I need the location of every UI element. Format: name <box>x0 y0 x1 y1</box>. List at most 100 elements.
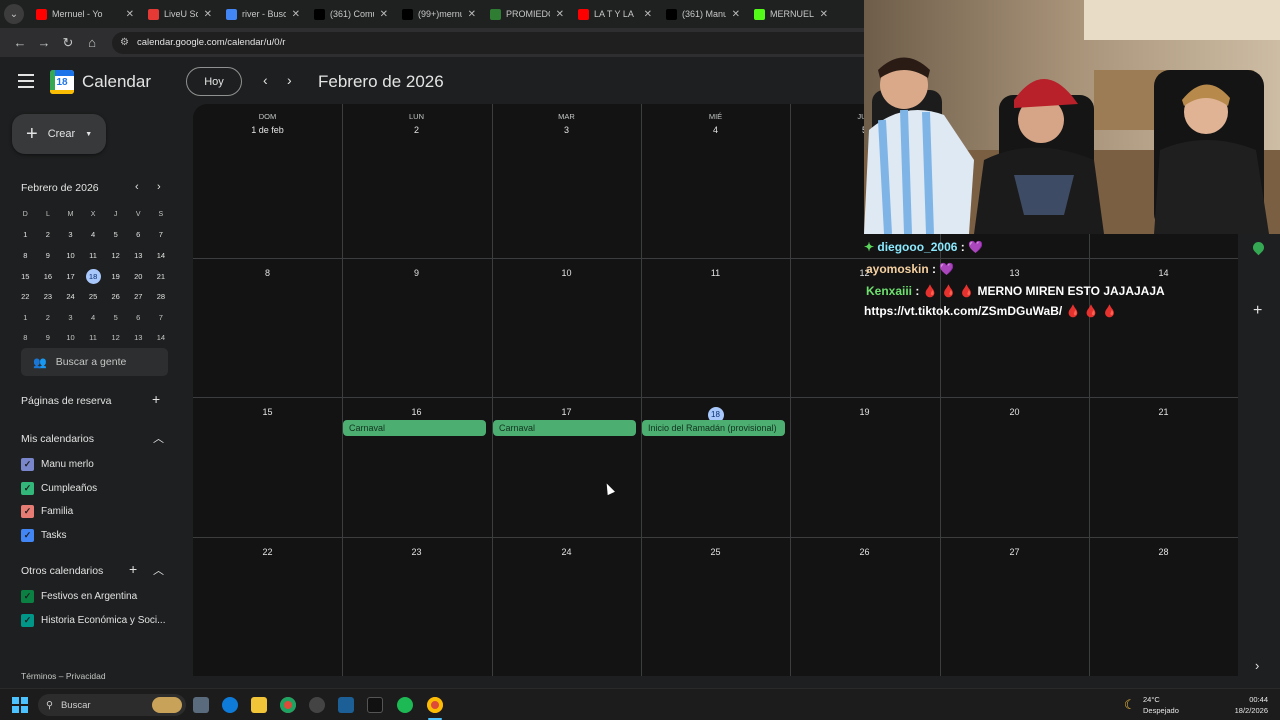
add-other-calendar-icon[interactable]: + <box>129 561 137 577</box>
day-number[interactable]: 25 <box>641 547 790 557</box>
day-number[interactable]: 1 de feb <box>193 125 342 135</box>
mini-day[interactable]: 4 <box>82 225 105 246</box>
add-booking-page-icon[interactable]: + <box>152 391 160 407</box>
checkbox-icon[interactable]: ✓ <box>21 458 34 471</box>
close-tab-icon[interactable]: ✕ <box>550 9 564 20</box>
browser-tab[interactable]: (361) Comun✕ <box>308 0 396 28</box>
day-number[interactable]: 11 <box>641 268 790 278</box>
calendar-list-item[interactable]: ✓ Festivos en Argentina <box>21 590 137 603</box>
day-number[interactable]: 20 <box>940 407 1089 417</box>
mini-day[interactable]: 14 <box>150 328 173 349</box>
day-number[interactable]: 16 <box>342 407 491 417</box>
tab-search-button[interactable]: ⌄ <box>4 4 24 24</box>
calendar-list-item[interactable]: ✓ Familia <box>21 505 73 518</box>
day-number[interactable]: 21 <box>1089 407 1238 417</box>
tiktok-icon[interactable] <box>367 697 383 713</box>
close-tab-icon[interactable]: ✕ <box>120 9 134 20</box>
taskbar-search[interactable]: ⚲ Buscar <box>38 694 186 716</box>
day-number[interactable]: 28 <box>1089 547 1238 557</box>
calendar-event[interactable]: Carnaval <box>343 420 486 436</box>
mini-day[interactable]: 17 <box>59 266 82 287</box>
chrome-icon[interactable] <box>280 697 296 713</box>
browser-tab[interactable]: PROMIEDOS✕ <box>484 0 572 28</box>
mini-day[interactable]: 14 <box>150 245 173 266</box>
maps-icon[interactable] <box>1250 239 1267 256</box>
day-number[interactable]: 9 <box>342 268 491 278</box>
mini-day[interactable]: 2 <box>37 225 60 246</box>
day-number[interactable]: 22 <box>193 547 342 557</box>
mini-day[interactable]: 10 <box>59 245 82 266</box>
mini-day[interactable]: 20 <box>127 266 150 287</box>
day-number[interactable]: 13 <box>940 268 1089 278</box>
day-number[interactable]: 4 <box>641 125 790 135</box>
clock-time[interactable]: 00:44 <box>1249 695 1268 704</box>
calendar-list-item[interactable]: ✓ Tasks <box>21 528 67 542</box>
calendar-list-item[interactable]: ✓ Historia Económica y Soci... <box>21 613 166 627</box>
mini-day[interactable]: 8 <box>14 245 37 266</box>
file-explorer-icon[interactable] <box>251 697 267 713</box>
mini-day[interactable]: 10 <box>59 328 82 349</box>
mini-day[interactable]: 5 <box>104 307 127 328</box>
mini-day[interactable]: 3 <box>59 307 82 328</box>
calendar-list-item[interactable]: ✓ Cumpleaños <box>21 481 97 495</box>
chevron-up-icon[interactable]: ︿ <box>153 562 164 578</box>
mini-day[interactable]: 27 <box>127 286 150 307</box>
day-number[interactable]: 10 <box>492 268 641 278</box>
close-tab-icon[interactable]: ✕ <box>462 9 476 20</box>
mini-day[interactable]: 1 <box>14 307 37 328</box>
mini-day[interactable]: 6 <box>127 307 150 328</box>
browser-tab[interactable]: Mernuel - Yo ✕ <box>30 0 142 28</box>
mini-day[interactable]: 24 <box>59 286 82 307</box>
home-icon[interactable]: ⌂ <box>80 35 104 50</box>
checkbox-icon[interactable]: ✓ <box>21 613 34 627</box>
back-arrow-icon[interactable]: ← <box>8 35 32 50</box>
checkbox-icon[interactable]: ✓ <box>21 528 34 542</box>
clock-date[interactable]: 18/2/2026 <box>1235 706 1268 715</box>
address-bar[interactable]: ⚙ calendar.google.com/calendar/u/0/r <box>112 31 864 54</box>
calendar-list-item[interactable]: ✓ Manu merlo <box>21 458 94 471</box>
calendar-event[interactable]: Inicio del Ramadán (provisional) <box>642 420 785 436</box>
search-people-input[interactable]: 👥 Buscar a gente <box>21 348 168 376</box>
browser-tab[interactable]: LA T Y LA ✕ <box>572 0 660 28</box>
mini-day[interactable]: 1 <box>14 225 37 246</box>
add-addon-icon[interactable]: + <box>1253 302 1262 320</box>
main-menu-icon[interactable] <box>18 74 34 88</box>
mini-day[interactable]: 18 <box>82 266 105 287</box>
mini-day[interactable]: 9 <box>37 245 60 266</box>
close-tab-icon[interactable]: ✕ <box>814 9 828 20</box>
forward-arrow-icon[interactable]: → <box>32 35 56 50</box>
previous-period-icon[interactable]: ‹ <box>263 72 268 88</box>
mini-day[interactable]: 5 <box>104 225 127 246</box>
day-number[interactable]: 19 <box>790 407 939 417</box>
mini-day[interactable]: 25 <box>82 286 105 307</box>
my-calendars-label[interactable]: Mis calendarios <box>21 433 94 445</box>
other-calendars-label[interactable]: Otros calendarios <box>21 565 103 577</box>
mini-day[interactable]: 19 <box>104 266 127 287</box>
day-number[interactable]: 23 <box>342 547 491 557</box>
browser-tab[interactable]: (99+)mernu ✕ <box>396 0 484 28</box>
create-button[interactable]: + Crear ▼ <box>12 114 106 154</box>
day-number[interactable]: 14 <box>1089 268 1238 278</box>
chevron-up-icon[interactable]: ︿ <box>153 430 164 446</box>
day-number[interactable]: 17 <box>492 407 641 417</box>
mini-day[interactable]: 15 <box>14 266 37 287</box>
checkbox-icon[interactable]: ✓ <box>21 481 34 495</box>
close-tab-icon[interactable]: ✕ <box>726 9 740 20</box>
mini-day[interactable]: 13 <box>127 245 150 266</box>
calendar-event[interactable]: Carnaval <box>493 420 636 436</box>
browser-tab[interactable]: MERNUEL S✕ <box>748 0 836 28</box>
mini-day[interactable]: 6 <box>127 225 150 246</box>
browser-tab[interactable]: (361) Manu ✕ <box>660 0 748 28</box>
mini-day[interactable]: 11 <box>82 328 105 349</box>
day-number[interactable]: 24 <box>492 547 641 557</box>
mini-day[interactable]: 12 <box>104 328 127 349</box>
edge-icon[interactable] <box>222 697 238 713</box>
mini-day[interactable]: 21 <box>150 266 173 287</box>
mini-day[interactable]: 7 <box>150 307 173 328</box>
day-number[interactable]: 2 <box>342 125 491 135</box>
task-view-icon[interactable] <box>193 697 209 713</box>
mini-day[interactable]: 13 <box>127 328 150 349</box>
windows-start-icon[interactable] <box>12 697 28 713</box>
close-tab-icon[interactable]: ✕ <box>198 9 212 20</box>
mini-day[interactable]: 16 <box>37 266 60 287</box>
